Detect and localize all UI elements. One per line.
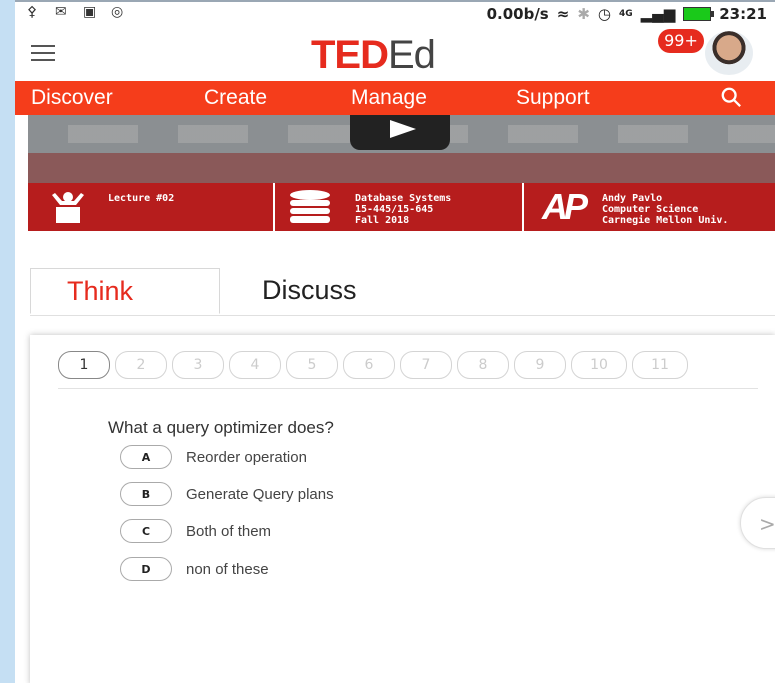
wifi-icon: ≈ (556, 5, 570, 23)
instructor-info: Andy Pavlo Computer Science Carnegie Mel… (602, 193, 728, 226)
video-background (28, 153, 775, 183)
battery-icon (683, 7, 715, 21)
divider (58, 388, 758, 389)
nav-manage[interactable]: Manage (351, 86, 427, 110)
instructor-cell: AP Andy Pavlo Computer Science Carnegie … (524, 183, 775, 231)
course-cell: Database Systems 15-445/15-645 Fall 2018 (275, 183, 522, 231)
alarm-icon: ◎ (111, 4, 124, 20)
question-number-11[interactable]: 11 (632, 351, 688, 379)
bluetooth-icon: ✱ (577, 5, 590, 23)
app-screen: ⚴ ✉ ▣ ◎ 0.00b/s ≈ ✱ ◷ 4G ▂▄▆ 23:21 TEDEd… (15, 0, 775, 683)
lecture-cell: Lecture #02 (28, 183, 273, 231)
course-code: 15-445/15-645 (355, 204, 434, 215)
option-text: non of these (186, 560, 269, 578)
think-discuss-tabs: Think Discuss (30, 268, 775, 316)
question-number-6[interactable]: 6 (343, 351, 395, 379)
tab-think-label: Think (67, 276, 134, 306)
lecture-number: Lecture #02 (108, 193, 175, 204)
option-letter: A (120, 445, 172, 469)
status-bar: ⚴ ✉ ▣ ◎ 0.00b/s ≈ ✱ ◷ 4G ▂▄▆ 23:21 (15, 0, 775, 27)
network-speed: 0.00b/s (486, 5, 549, 23)
notification-badge[interactable]: 99+ (658, 29, 704, 53)
question-number-1[interactable]: 1 (58, 351, 110, 379)
status-left-icons: ⚴ ✉ ▣ ◎ (27, 5, 129, 19)
database-icon (290, 190, 330, 223)
question-number-2[interactable]: 2 (115, 351, 167, 379)
instructor-univ: Carnegie Mellon Univ. (602, 215, 729, 226)
option-letter: B (120, 482, 172, 506)
logo-ed: Ed (388, 33, 436, 77)
course-info: Database Systems 15-445/15-645 Fall 2018 (355, 193, 451, 226)
signal-icon: ▂▄▆ (640, 5, 676, 23)
option-b[interactable]: B Generate Query plans (120, 481, 334, 507)
nav-discover[interactable]: Discover (31, 86, 113, 110)
option-letter: C (120, 519, 172, 543)
question-number-8[interactable]: 8 (457, 351, 509, 379)
user-icon: ⚴ (27, 4, 38, 20)
video-player[interactable] (28, 115, 775, 183)
question-number-9[interactable]: 9 (514, 351, 566, 379)
question-number-5[interactable]: 5 (286, 351, 338, 379)
question-number-4[interactable]: 4 (229, 351, 281, 379)
option-letter: D (120, 557, 172, 581)
instructor-name: Andy Pavlo (602, 193, 663, 204)
avatar[interactable] (705, 31, 753, 75)
ap-logo: AP (542, 186, 588, 227)
search-icon[interactable] (720, 86, 742, 108)
mail-icon: ✉ (55, 4, 67, 20)
tab-discuss[interactable]: Discuss (262, 275, 357, 306)
play-button[interactable] (350, 115, 450, 150)
option-text: Generate Query plans (186, 485, 334, 503)
instructor-dept: Computer Science (602, 204, 699, 215)
app-header: TEDEd 99+ (15, 27, 775, 81)
lecturer-icon (52, 192, 84, 223)
question-number-3[interactable]: 3 (172, 351, 224, 379)
clock-icon: ◷ (597, 5, 611, 23)
question-number-list: 1 2 3 4 5 6 7 8 9 10 11 (58, 351, 688, 379)
option-a[interactable]: A Reorder operation (120, 444, 307, 470)
option-c[interactable]: C Both of them (120, 518, 271, 544)
lecture-info-bar: Lecture #02 Database Systems 15-445/15-6… (28, 183, 775, 231)
question-number-10[interactable]: 10 (571, 351, 627, 379)
nav-create[interactable]: Create (204, 86, 267, 110)
option-text: Both of them (186, 522, 272, 540)
next-question-button[interactable]: > (740, 497, 775, 549)
clock-time: 23:21 (719, 5, 767, 23)
question-number-7[interactable]: 7 (400, 351, 452, 379)
option-d[interactable]: D non of these (120, 556, 269, 582)
menu-icon[interactable] (31, 45, 55, 65)
question-card: 1 2 3 4 5 6 7 8 9 10 11 What a query optimizer doe… (30, 335, 775, 683)
question-text: What a query optimizer does? (108, 418, 334, 437)
image-icon: ▣ (83, 4, 97, 20)
logo-ted: TED (311, 33, 389, 77)
nav-support[interactable]: Support (516, 86, 590, 110)
course-title: Database Systems (355, 193, 452, 204)
ted-ed-logo[interactable]: TEDEd (311, 33, 436, 78)
main-nav: Discover Create Manage Support (15, 81, 775, 115)
status-right: 0.00b/s ≈ ✱ ◷ 4G ▂▄▆ 23:21 (487, 5, 767, 23)
tab-think[interactable]: Think (30, 268, 220, 314)
option-text: Reorder operation (186, 448, 307, 466)
course-term: Fall 2018 (355, 215, 410, 226)
network-type: 4G (618, 9, 633, 19)
